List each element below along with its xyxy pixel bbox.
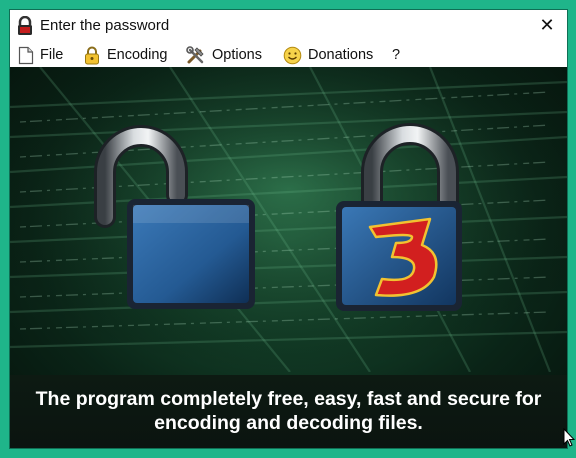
menu-donations-label: Donations [308, 47, 374, 63]
banner-image: The program completely free, easy, fast … [10, 67, 567, 448]
menu-help-label: ? [392, 47, 401, 63]
app-window: Enter the password ✕ File Encoding Optio… [9, 9, 568, 449]
title-bar[interactable]: Enter the password ✕ [10, 10, 567, 42]
file-icon [18, 46, 34, 64]
mouse-cursor-icon [563, 428, 575, 447]
menu-options[interactable]: Options [186, 45, 262, 65]
tools-icon [186, 45, 204, 63]
menu-donations[interactable]: Donations [283, 45, 373, 65]
menu-help[interactable]: ? [392, 45, 400, 65]
caption: The program completely free, easy, fast … [10, 375, 567, 448]
menu-file-label: File [40, 47, 64, 63]
menu-file[interactable]: File [18, 45, 63, 65]
lock-icon [85, 46, 99, 64]
close-button[interactable]: ✕ [533, 12, 561, 40]
caption-line-2: encoding and decoding files. [154, 412, 423, 434]
code-background [10, 67, 567, 372]
menu-encoding[interactable]: Encoding [83, 45, 167, 65]
caption-line-1: The program completely free, easy, fast … [35, 388, 542, 410]
menu-options-label: Options [212, 47, 262, 63]
app-lock-icon [16, 15, 34, 36]
smiley-icon [283, 46, 302, 64]
window-title: Enter the password [40, 17, 170, 34]
menu-encoding-label: Encoding [107, 47, 168, 63]
menu-bar: File Encoding Options Donations ? [10, 43, 567, 67]
